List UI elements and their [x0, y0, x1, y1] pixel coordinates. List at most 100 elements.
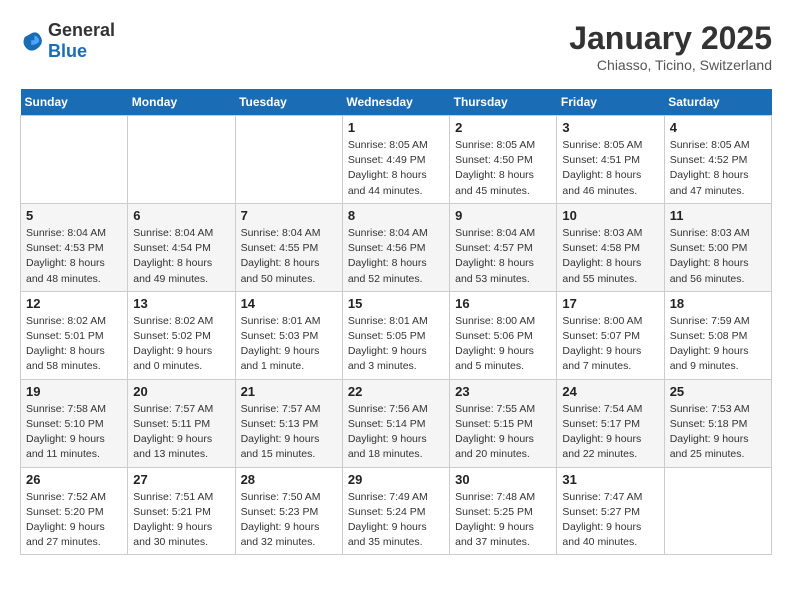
- calendar-week-row: 26 Sunrise: 7:52 AMSunset: 5:20 PMDayligh…: [21, 467, 772, 555]
- day-info: Sunrise: 7:50 AMSunset: 5:23 PMDaylight:…: [241, 490, 337, 551]
- logo-general: General: [48, 20, 115, 40]
- day-number: 3: [562, 120, 658, 135]
- logo-icon: [20, 29, 44, 53]
- calendar-day-cell: 1Sunrise: 8:05 AMSunset: 4:49 PMDaylight…: [342, 116, 449, 204]
- day-number: 20: [133, 384, 229, 399]
- day-of-week-header: Thursday: [450, 89, 557, 116]
- calendar-day-cell: 23Sunrise: 7:55 AMSunset: 5:15 PMDayligh…: [450, 379, 557, 467]
- day-info: Sunrise: 8:05 AMSunset: 4:49 PMDaylight:…: [348, 138, 444, 199]
- day-info: Sunrise: 7:57 AMSunset: 5:13 PMDaylight:…: [241, 402, 337, 463]
- calendar-day-cell: 28 Sunrise: 7:50 AMSunset: 5:23 PMDayligh…: [235, 467, 342, 555]
- day-info: Sunrise: 8:04 AMSunset: 4:55 PMDaylight:…: [241, 226, 337, 287]
- day-number: 13: [133, 296, 229, 311]
- day-of-week-header: Monday: [128, 89, 235, 116]
- calendar-day-cell: 7 Sunrise: 8:04 AMSunset: 4:55 PMDaylight…: [235, 203, 342, 291]
- day-number: 21: [241, 384, 337, 399]
- day-info: Sunrise: 7:54 AMSunset: 5:17 PMDaylight:…: [562, 402, 658, 463]
- calendar-day-cell: 20Sunrise: 7:57 AMSunset: 5:11 PMDayligh…: [128, 379, 235, 467]
- day-number: 31: [562, 472, 658, 487]
- day-info: Sunrise: 8:02 AMSunset: 5:01 PMDaylight:…: [26, 314, 122, 375]
- day-number: 15: [348, 296, 444, 311]
- calendar-table: SundayMondayTuesdayWednesdayThursdayFrid…: [20, 89, 772, 555]
- day-of-week-header: Saturday: [664, 89, 771, 116]
- day-number: 27: [133, 472, 229, 487]
- day-info: Sunrise: 8:03 AMSunset: 5:00 PMDaylight:…: [670, 226, 766, 287]
- calendar-day-cell: 8Sunrise: 8:04 AMSunset: 4:56 PMDaylight…: [342, 203, 449, 291]
- day-of-week-header: Tuesday: [235, 89, 342, 116]
- calendar-week-row: 19Sunrise: 7:58 AMSunset: 5:10 PMDayligh…: [21, 379, 772, 467]
- calendar-day-cell: 24 Sunrise: 7:54 AMSunset: 5:17 PMDayligh…: [557, 379, 664, 467]
- day-number: 4: [670, 120, 766, 135]
- calendar-day-cell: 2Sunrise: 8:05 AMSunset: 4:50 PMDaylight…: [450, 116, 557, 204]
- day-info: Sunrise: 7:53 AMSunset: 5:18 PMDaylight:…: [670, 402, 766, 463]
- day-number: 30: [455, 472, 551, 487]
- day-number: 9: [455, 208, 551, 223]
- day-info: Sunrise: 7:59 AMSunset: 5:08 PMDaylight:…: [670, 314, 766, 375]
- day-number: 25: [670, 384, 766, 399]
- calendar-day-cell: [664, 467, 771, 555]
- day-info: Sunrise: 8:01 AMSunset: 5:05 PMDaylight:…: [348, 314, 444, 375]
- day-number: 6: [133, 208, 229, 223]
- calendar-day-cell: 18 Sunrise: 7:59 AMSunset: 5:08 PMDayligh…: [664, 291, 771, 379]
- day-number: 2: [455, 120, 551, 135]
- calendar-title: January 2025: [569, 20, 772, 57]
- day-info: Sunrise: 7:48 AMSunset: 5:25 PMDaylight:…: [455, 490, 551, 551]
- day-number: 5: [26, 208, 122, 223]
- calendar-day-cell: 12 Sunrise: 8:02 AMSunset: 5:01 PMDayligh…: [21, 291, 128, 379]
- calendar-day-cell: 31Sunrise: 7:47 AMSunset: 5:27 PMDayligh…: [557, 467, 664, 555]
- day-number: 12: [26, 296, 122, 311]
- calendar-day-cell: 6 Sunrise: 8:04 AMSunset: 4:54 PMDaylight…: [128, 203, 235, 291]
- calendar-week-row: 12 Sunrise: 8:02 AMSunset: 5:01 PMDayligh…: [21, 291, 772, 379]
- calendar-day-cell: 5 Sunrise: 8:04 AMSunset: 4:53 PMDaylight…: [21, 203, 128, 291]
- title-block: January 2025 Chiasso, Ticino, Switzerlan…: [569, 20, 772, 73]
- calendar-day-cell: 13Sunrise: 8:02 AMSunset: 5:02 PMDayligh…: [128, 291, 235, 379]
- logo: General Blue: [20, 20, 115, 62]
- calendar-day-cell: 22 Sunrise: 7:56 AMSunset: 5:14 PMDayligh…: [342, 379, 449, 467]
- day-info: Sunrise: 7:52 AMSunset: 5:20 PMDaylight:…: [26, 490, 122, 551]
- calendar-day-cell: 11 Sunrise: 8:03 AMSunset: 5:00 PMDayligh…: [664, 203, 771, 291]
- calendar-day-cell: [128, 116, 235, 204]
- day-number: 22: [348, 384, 444, 399]
- day-number: 10: [562, 208, 658, 223]
- day-info: Sunrise: 8:05 AMSunset: 4:51 PMDaylight:…: [562, 138, 658, 199]
- day-info: Sunrise: 8:04 AMSunset: 4:53 PMDaylight:…: [26, 226, 122, 287]
- calendar-header-row: SundayMondayTuesdayWednesdayThursdayFrid…: [21, 89, 772, 116]
- day-of-week-header: Friday: [557, 89, 664, 116]
- logo-blue: Blue: [48, 41, 87, 61]
- calendar-subtitle: Chiasso, Ticino, Switzerland: [569, 57, 772, 73]
- calendar-day-cell: [21, 116, 128, 204]
- calendar-day-cell: 29Sunrise: 7:49 AMSunset: 5:24 PMDayligh…: [342, 467, 449, 555]
- day-info: Sunrise: 8:04 AMSunset: 4:54 PMDaylight:…: [133, 226, 229, 287]
- calendar-day-cell: 10Sunrise: 8:03 AMSunset: 4:58 PMDayligh…: [557, 203, 664, 291]
- day-number: 17: [562, 296, 658, 311]
- day-info: Sunrise: 7:58 AMSunset: 5:10 PMDaylight:…: [26, 402, 122, 463]
- day-info: Sunrise: 8:05 AMSunset: 4:52 PMDaylight:…: [670, 138, 766, 199]
- calendar-day-cell: 16Sunrise: 8:00 AMSunset: 5:06 PMDayligh…: [450, 291, 557, 379]
- day-number: 18: [670, 296, 766, 311]
- calendar-day-cell: 3 Sunrise: 8:05 AMSunset: 4:51 PMDaylight…: [557, 116, 664, 204]
- calendar-day-cell: 4 Sunrise: 8:05 AMSunset: 4:52 PMDaylight…: [664, 116, 771, 204]
- day-info: Sunrise: 7:55 AMSunset: 5:15 PMDaylight:…: [455, 402, 551, 463]
- day-number: 28: [241, 472, 337, 487]
- day-number: 16: [455, 296, 551, 311]
- calendar-day-cell: [235, 116, 342, 204]
- day-number: 11: [670, 208, 766, 223]
- day-number: 8: [348, 208, 444, 223]
- calendar-day-cell: 30 Sunrise: 7:48 AMSunset: 5:25 PMDayligh…: [450, 467, 557, 555]
- calendar-day-cell: 26 Sunrise: 7:52 AMSunset: 5:20 PMDayligh…: [21, 467, 128, 555]
- day-number: 14: [241, 296, 337, 311]
- calendar-week-row: 1Sunrise: 8:05 AMSunset: 4:49 PMDaylight…: [21, 116, 772, 204]
- calendar-day-cell: 21 Sunrise: 7:57 AMSunset: 5:13 PMDayligh…: [235, 379, 342, 467]
- day-number: 24: [562, 384, 658, 399]
- calendar-day-cell: 17 Sunrise: 8:00 AMSunset: 5:07 PMDayligh…: [557, 291, 664, 379]
- day-info: Sunrise: 8:01 AMSunset: 5:03 PMDaylight:…: [241, 314, 337, 375]
- calendar-day-cell: 15 Sunrise: 8:01 AMSunset: 5:05 PMDayligh…: [342, 291, 449, 379]
- calendar-week-row: 5 Sunrise: 8:04 AMSunset: 4:53 PMDaylight…: [21, 203, 772, 291]
- page-header: General Blue January 2025 Chiasso, Ticin…: [20, 20, 772, 73]
- calendar-day-cell: 14 Sunrise: 8:01 AMSunset: 5:03 PMDayligh…: [235, 291, 342, 379]
- day-number: 26: [26, 472, 122, 487]
- day-number: 7: [241, 208, 337, 223]
- calendar-day-cell: 25 Sunrise: 7:53 AMSunset: 5:18 PMDayligh…: [664, 379, 771, 467]
- day-info: Sunrise: 8:00 AMSunset: 5:07 PMDaylight:…: [562, 314, 658, 375]
- day-info: Sunrise: 7:56 AMSunset: 5:14 PMDaylight:…: [348, 402, 444, 463]
